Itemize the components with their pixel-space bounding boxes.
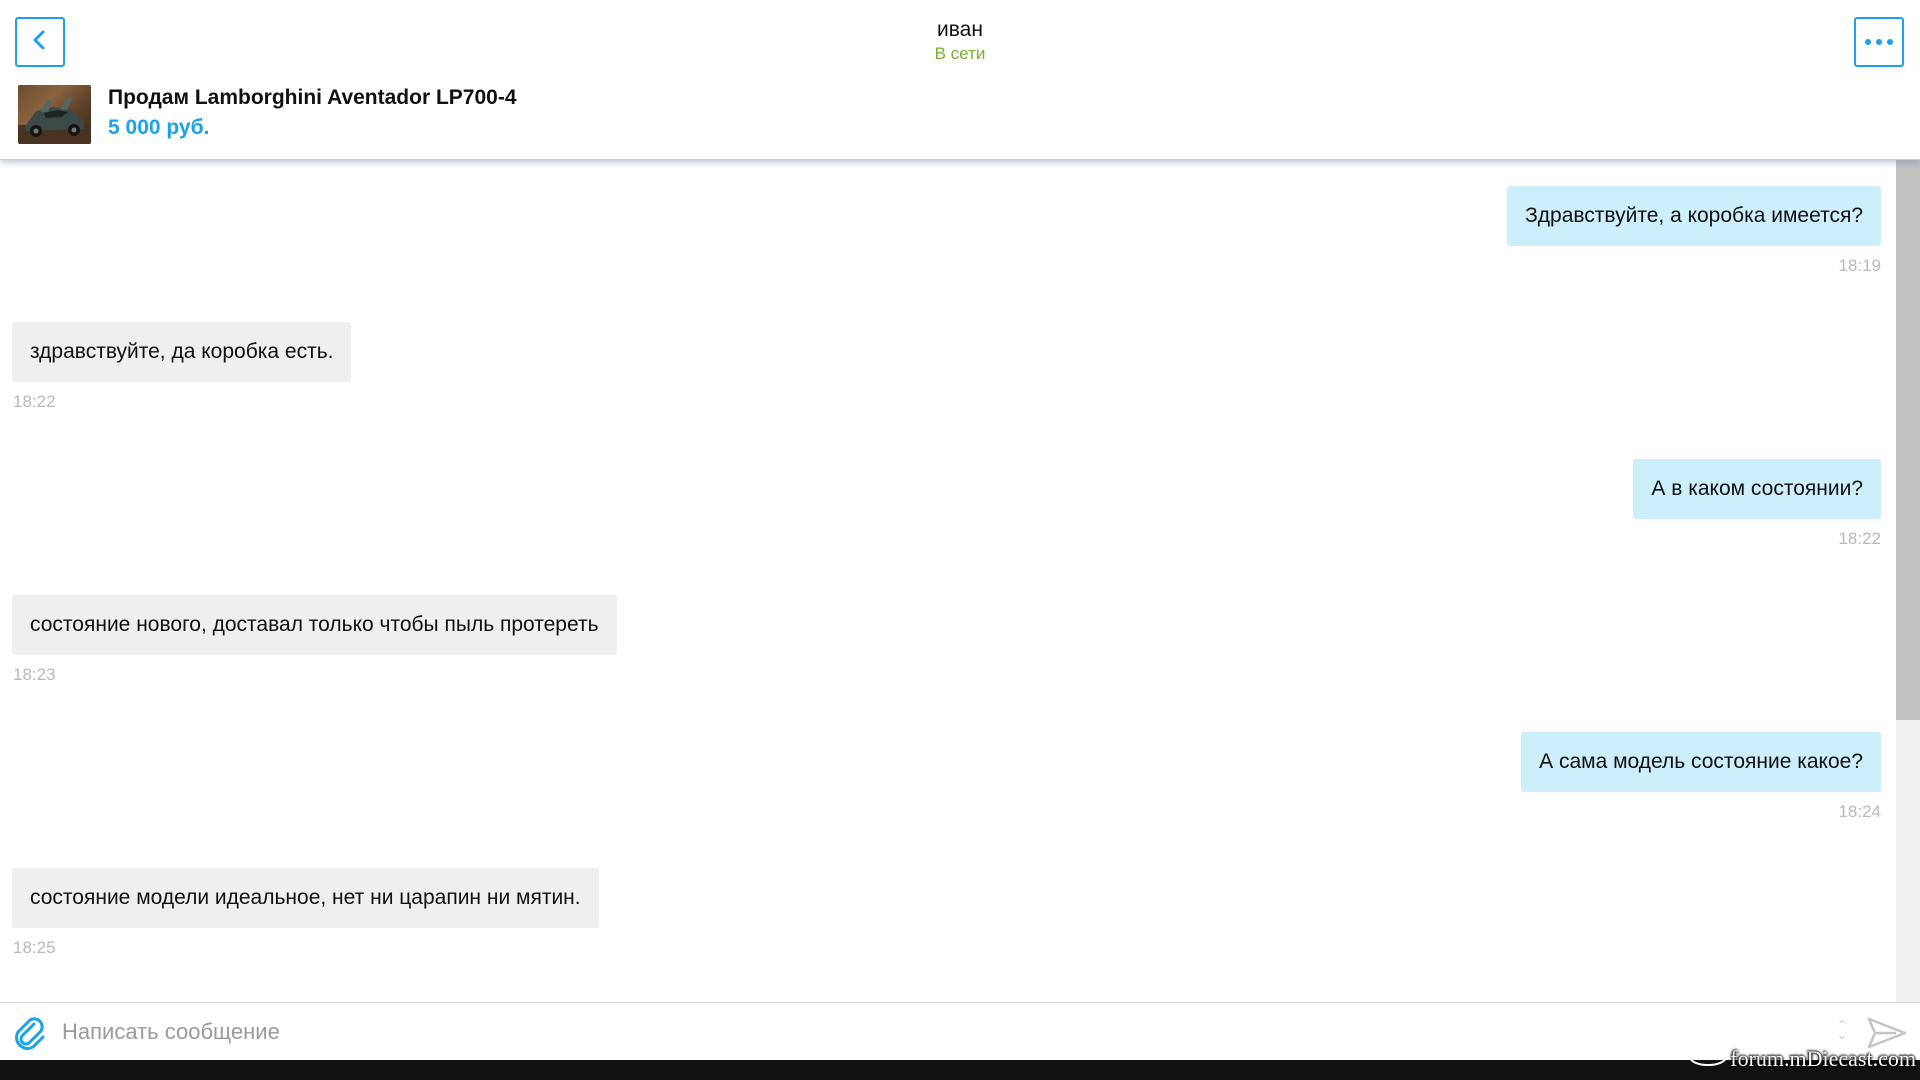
listing-thumbnail[interactable] xyxy=(18,84,91,144)
chat-header: иван В сети Продам Lamborghini Aventador… xyxy=(0,0,1920,160)
paperclip-icon xyxy=(12,1017,48,1055)
message-list[interactable]: Здравствуйте, а коробка имеется? 18:19 з… xyxy=(0,160,1920,1002)
watermark: forum.mDiecast.com xyxy=(1688,1044,1916,1074)
message-composer: ⌃⌄ xyxy=(0,1002,1920,1060)
diecast-logo-icon xyxy=(1688,1044,1728,1074)
message-time: 18:25 xyxy=(13,938,56,957)
message-time: 18:19 xyxy=(1838,256,1881,275)
user-name[interactable]: иван xyxy=(0,17,1920,43)
outgoing-message: Здравствуйте, а коробка имеется? xyxy=(1507,186,1881,246)
listing-title[interactable]: Продам Lamborghini Aventador LP700-4 xyxy=(108,84,517,112)
watermark-text: forum.mDiecast.com xyxy=(1730,1046,1916,1071)
incoming-message: состояние модели идеальное, нет ни царап… xyxy=(12,868,599,928)
more-options-button[interactable] xyxy=(1854,17,1904,67)
incoming-message: состояние нового, доставал только чтобы … xyxy=(12,595,617,655)
message-input[interactable] xyxy=(62,1012,1822,1052)
message-time: 18:22 xyxy=(1838,529,1881,548)
listing-card[interactable]: Продам Lamborghini Aventador LP700-4 5 0… xyxy=(18,84,517,144)
ellipsis-icon xyxy=(1864,33,1894,51)
message-time: 18:23 xyxy=(13,665,56,684)
chat-user-info: иван В сети xyxy=(0,17,1920,65)
message-time: 18:22 xyxy=(13,392,56,411)
bottom-strip xyxy=(0,1060,1920,1080)
resize-handle-icon[interactable]: ⌃ ⌄ xyxy=(1832,1019,1852,1046)
incoming-message: здравствуйте, да коробка есть. xyxy=(12,322,352,382)
message-time: 18:24 xyxy=(1838,802,1881,821)
scrollbar-thumb[interactable] xyxy=(1896,160,1920,720)
user-status: В сети xyxy=(934,44,986,63)
outgoing-message: А в каком состоянии? xyxy=(1633,459,1881,519)
listing-price: 5 000 руб. xyxy=(108,116,210,139)
attach-button[interactable] xyxy=(12,1015,48,1051)
outgoing-message: А сама модель состояние какое? xyxy=(1521,732,1881,792)
